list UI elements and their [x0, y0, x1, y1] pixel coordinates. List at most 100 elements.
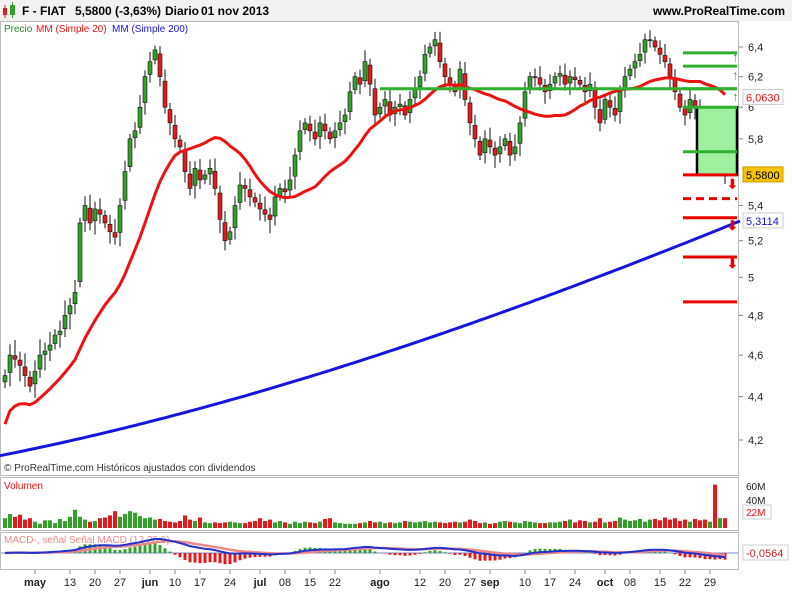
volume-bar	[323, 518, 327, 528]
volume-bar	[33, 521, 37, 528]
macd-histogram-bar	[438, 550, 442, 553]
target-box	[695, 105, 739, 177]
volume-bar	[648, 519, 652, 528]
volume-bar	[393, 523, 397, 528]
macd-histogram-bar	[188, 553, 192, 563]
candle-body	[232, 205, 238, 229]
volume-bar	[298, 523, 302, 528]
y-tick-label: 5	[748, 272, 754, 284]
volume-bar	[698, 520, 702, 528]
candle-body	[307, 123, 313, 132]
macd-histogram-bar	[168, 551, 172, 553]
y-tick-label: 5,8	[748, 134, 763, 146]
x-tick-label: oct	[597, 577, 614, 589]
last-price: 5,5800 (-3,63%)	[75, 4, 161, 18]
macd-histogram-bar	[113, 549, 117, 553]
volume-bar	[458, 522, 462, 528]
volume-bar	[553, 522, 557, 528]
candle-body	[167, 109, 173, 124]
volume-bar	[288, 523, 292, 528]
volume-bar	[178, 521, 182, 528]
volume-bar	[38, 523, 42, 528]
candle-body	[472, 124, 478, 140]
candle-body	[372, 88, 378, 116]
volume-bar	[523, 521, 527, 528]
macd-histogram-bar	[418, 553, 422, 554]
volume-bar	[53, 523, 57, 528]
volume-bar	[443, 523, 447, 528]
down-arrow-icon: ⬇	[727, 256, 738, 271]
candle-body	[337, 122, 343, 130]
x-tick-label: 24	[224, 577, 236, 589]
x-tick-label: sep	[481, 577, 500, 589]
candle-body	[437, 42, 443, 62]
volume-bar	[703, 519, 707, 528]
volume-bar	[563, 521, 567, 528]
volume-bar	[668, 519, 672, 528]
volume-bar	[23, 519, 27, 528]
candle-body	[202, 174, 208, 180]
volume-bar	[603, 522, 607, 528]
candle-body	[87, 207, 93, 224]
volume-bar	[683, 519, 687, 528]
macd-histogram-bar	[368, 549, 372, 553]
volume-bar	[653, 518, 657, 528]
candle-body	[127, 138, 133, 167]
volume-tick-label: 60M	[746, 482, 765, 493]
volume-bar	[268, 519, 272, 528]
volume-bar	[488, 523, 492, 528]
volume-title: Volumen	[4, 481, 43, 492]
volume-bar	[103, 517, 107, 528]
candle-body	[532, 76, 538, 78]
footer-note: © ProRealTime.com Históricos ajustados c…	[4, 463, 256, 474]
volume-bar	[208, 523, 212, 528]
volume-bar	[238, 523, 242, 528]
macd-histogram-bar	[433, 550, 437, 553]
y-tick-label: 6,4	[748, 42, 763, 54]
ma20-value-label: 6,0630	[746, 92, 780, 104]
legend-ma20: MM (Simple 20)	[36, 24, 107, 35]
volume-bar	[598, 518, 602, 528]
up-arrow-icon: ↑	[732, 68, 739, 83]
candle-body	[362, 61, 368, 82]
macd-histogram-bar	[218, 553, 222, 564]
candle-body	[557, 73, 563, 77]
volume-bar	[263, 521, 267, 528]
volume-bar	[663, 517, 667, 528]
volume-bar	[383, 523, 387, 528]
y-tick-label: 5,2	[748, 236, 763, 248]
candle-body	[627, 68, 633, 76]
volume-bar	[343, 523, 347, 528]
volume-bar	[583, 521, 587, 528]
volume-bar	[153, 519, 157, 528]
macd-histogram-bar	[413, 553, 417, 555]
x-tick-label: jun	[141, 577, 159, 589]
candle-body	[257, 202, 263, 210]
candle-body	[112, 232, 118, 238]
candle-body	[2, 375, 8, 383]
volume-bar	[243, 523, 247, 528]
volume-bar	[423, 521, 427, 528]
candle-body	[597, 109, 603, 124]
macd-histogram-bar	[593, 553, 597, 554]
volume-bar	[508, 521, 512, 528]
volume-bar	[498, 521, 502, 528]
site-link[interactable]: www.ProRealTime.com	[652, 4, 785, 18]
volume-bar	[588, 522, 592, 528]
volume-bar	[453, 521, 457, 528]
macd-histogram-bar	[158, 545, 162, 553]
up-arrow-icon: ↑	[732, 50, 739, 65]
candle-body	[92, 208, 98, 222]
x-tick-label: 13	[64, 577, 76, 589]
candle-body	[417, 76, 423, 88]
volume-bar	[278, 521, 282, 528]
volume-bar	[328, 518, 332, 528]
macd-histogram-bar	[193, 553, 197, 563]
volume-bar	[303, 521, 307, 528]
macd-histogram-bar	[403, 553, 407, 556]
volume-bar	[708, 521, 712, 528]
macd-histogram-bar	[163, 548, 167, 553]
volume-bar	[378, 521, 382, 528]
candle-body	[272, 196, 278, 217]
volume-bar	[503, 521, 507, 528]
